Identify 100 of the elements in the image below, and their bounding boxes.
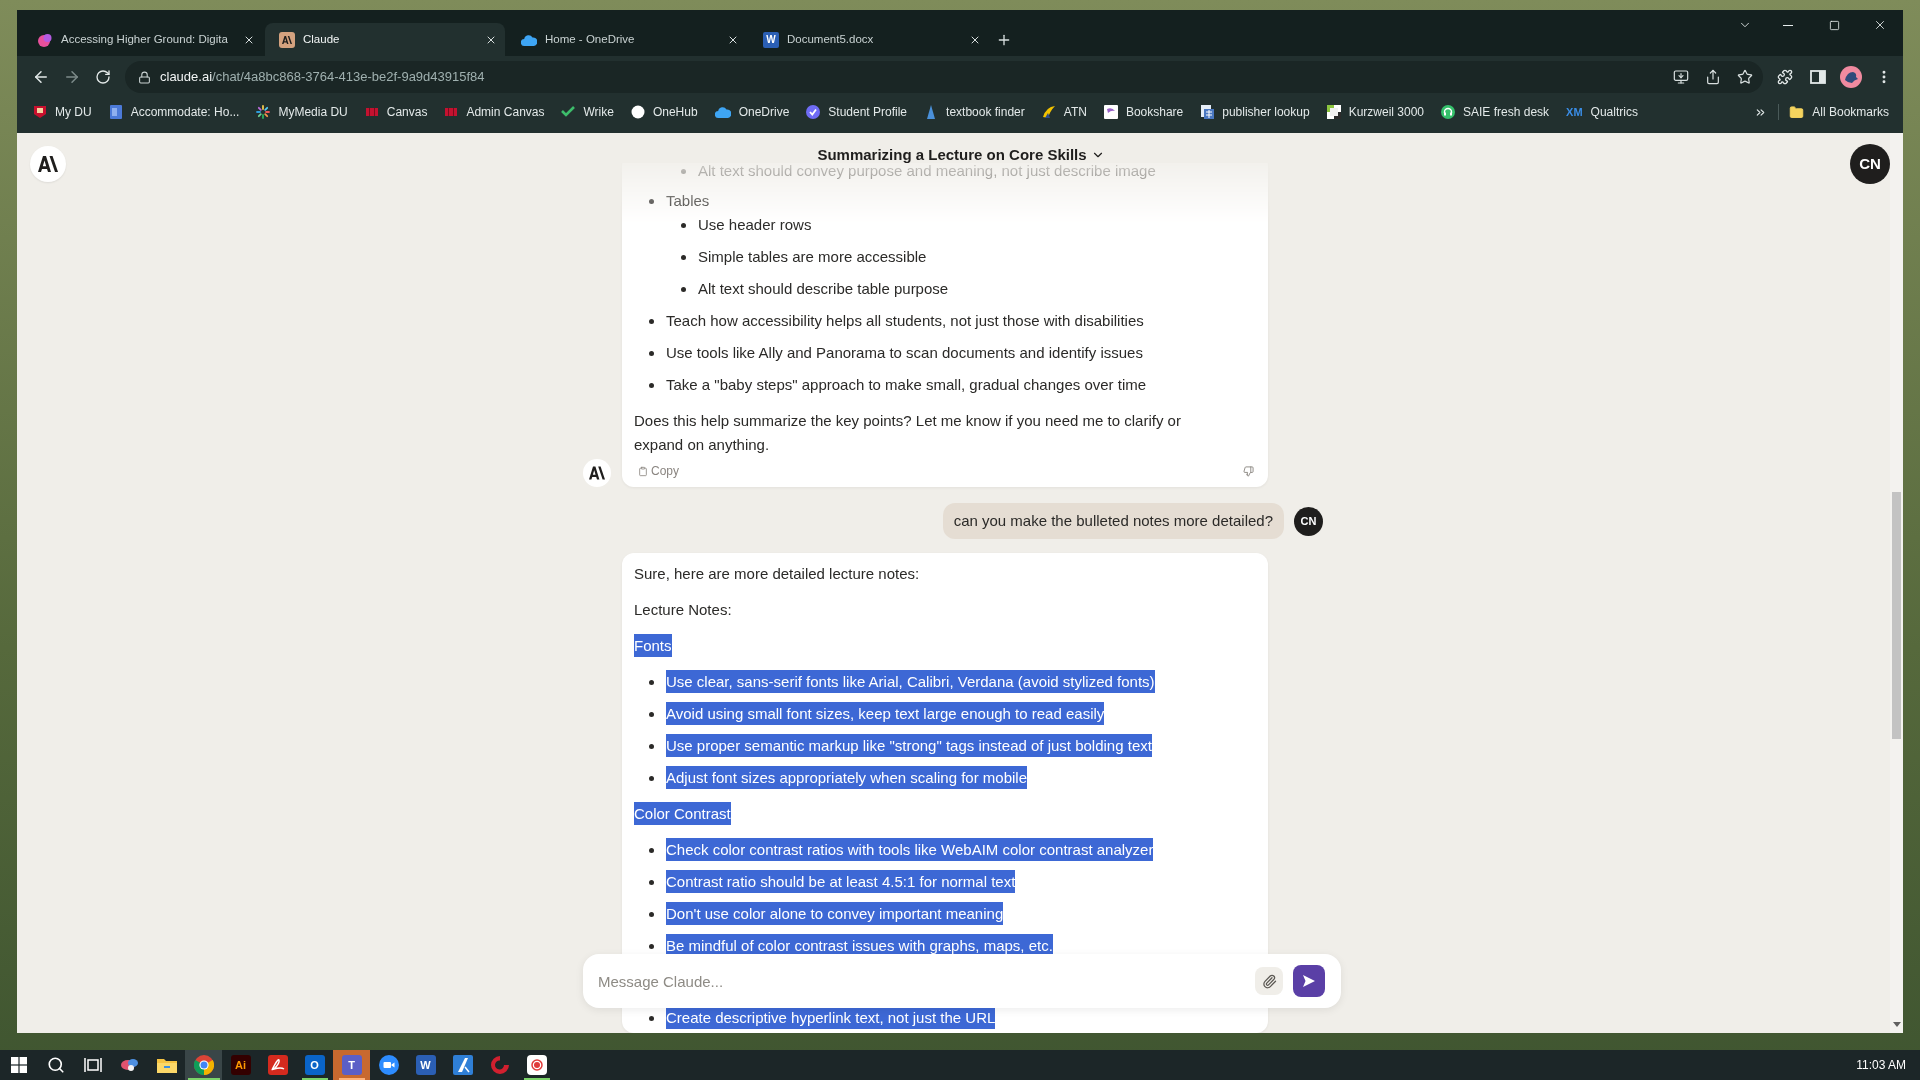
paperclip-icon — [1261, 973, 1277, 989]
copy-button[interactable]: Copy — [634, 462, 679, 480]
list-item-text: Take a "baby steps" approach to make small, gradual changes over time — [666, 376, 1147, 393]
chat-title-button[interactable]: Summarizing a Lecture on Core Skills — [817, 146, 1105, 163]
bookmark-link[interactable]: Wrike — [555, 100, 620, 124]
logo-icon — [279, 31, 295, 48]
scrollbar-thumb[interactable] — [1892, 492, 1901, 739]
splash-icon — [119, 1057, 140, 1073]
bullet-icon — [649, 679, 654, 685]
bullet-icon — [649, 198, 654, 204]
browser-tab[interactable]: Accessing Higher Ground: Digita — [23, 23, 263, 56]
browser-tab[interactable]: Home - OneDrive — [507, 23, 747, 56]
taskbar-button[interactable] — [185, 1050, 222, 1080]
list-item-text: Check color contrast ratios with tools like WebAIM color contrast analyzer — [666, 838, 1154, 861]
bookmark-link[interactable]: Student Profile — [800, 100, 914, 124]
bookmark-link[interactable]: Admin Canvas — [438, 100, 551, 124]
attach-button[interactable] — [1255, 967, 1283, 995]
search-icon — [46, 1056, 65, 1074]
bookmark-link[interactable]: OneHub — [624, 100, 704, 124]
taskbar-button[interactable]: T — [333, 1050, 370, 1080]
bookmark-link[interactable]: My DU — [27, 100, 98, 124]
list-item-text: Tables — [666, 192, 710, 209]
badge-icon — [806, 105, 821, 119]
bullet-icon — [681, 286, 686, 292]
check-icon — [561, 105, 576, 119]
bookmark-link[interactable]: MyMedia DU — [250, 100, 354, 124]
message-text: Color Contrast — [634, 802, 731, 825]
list-item-text: Contrast ratio should be at least 4.5:1 for normal text — [666, 870, 1016, 893]
share-icon — [1705, 69, 1721, 85]
cloud-icon — [521, 33, 537, 46]
lock-icon — [138, 70, 151, 84]
bullet-icon — [649, 743, 654, 749]
bullet-icon — [681, 222, 686, 228]
list-item-text: Alt text should convey purpose and meaning, not just describe image — [698, 163, 1156, 179]
browser-tab[interactable]: W Document5.docx — [749, 23, 989, 56]
spreadsheet-icon — [1200, 105, 1215, 119]
send-button[interactable] — [1293, 965, 1325, 997]
logo-icon — [38, 156, 58, 172]
list-item-text: Simple tables are more accessible — [698, 248, 927, 265]
home-button[interactable] — [30, 146, 66, 182]
list-item-text: Use proper semantic markup like "strong" tags instead of just bolding text — [666, 734, 1152, 757]
user-avatar: CN — [1294, 506, 1323, 536]
bullet-icon — [681, 254, 686, 260]
bookmark-link[interactable]: publisher lookup — [1194, 100, 1316, 124]
bookmark-link[interactable]: Accommodate: Ho... — [102, 100, 246, 124]
scroll-down-arrow-icon — [1892, 1022, 1901, 1027]
bookmark-link[interactable]: ATN — [1035, 100, 1093, 124]
letter-logo: Ai — [230, 1055, 251, 1075]
profile-avatar-button[interactable]: CN — [1850, 144, 1890, 184]
list-item-text: Use tools like Ally and Panorama to scan documents and identify issues — [666, 344, 1143, 361]
clipboard-icon — [638, 465, 648, 477]
send-arrow-icon — [1302, 974, 1316, 988]
task-view-icon — [83, 1057, 102, 1073]
bullet-icon — [649, 847, 654, 853]
bookmark-link[interactable]: SAIE fresh desk — [1435, 100, 1556, 124]
reload-icon — [95, 69, 111, 85]
message-text: Lecture Notes: — [634, 601, 732, 618]
list-item-text: Teach how accessibility helps all students, not just those with disabilities — [666, 312, 1144, 329]
message-text: Fonts — [634, 634, 672, 657]
cloud-icon — [714, 106, 731, 118]
bullet-icon — [649, 711, 654, 717]
all-bookmarks-button[interactable]: All Bookmarks — [1785, 100, 1893, 124]
taskbar-button[interactable]: Ai — [222, 1050, 259, 1080]
bookmark-link[interactable]: textbook finder — [918, 100, 1031, 124]
shield-icon — [33, 105, 47, 119]
bookmark-link[interactable]: XM Qualtrics — [1560, 100, 1644, 124]
message-input[interactable]: Message Claude... — [598, 966, 1245, 996]
bullet-icon — [649, 1015, 654, 1021]
thumbs-down-button[interactable] — [1240, 463, 1256, 479]
bookmark-link[interactable]: OneDrive — [708, 100, 796, 124]
logo-icon — [583, 459, 611, 487]
profile-button[interactable] — [1837, 63, 1865, 91]
bullet-icon — [649, 775, 654, 781]
browser-tab[interactable]: Claude — [265, 23, 505, 56]
slash-tile-icon — [452, 1055, 473, 1075]
folder-icon — [1789, 104, 1805, 120]
message-text: Does this help summarize the key points? Let me know if you need me to clarify or expand on anything. — [634, 412, 1181, 453]
bookmark-link[interactable]: Kurzweil 3000 — [1320, 100, 1431, 124]
address-bar[interactable]: claude.ai/chat/4a8bc868-3764-413e-be2f-9a9d43915f84 — [125, 61, 1763, 93]
blob-icon — [37, 31, 53, 48]
close-icon — [1873, 18, 1887, 32]
taskbar-button[interactable]: O — [296, 1050, 333, 1080]
headset-icon — [1441, 105, 1456, 119]
bookmark-link[interactable]: Canvas — [358, 100, 434, 124]
bookmark-link[interactable]: Bookshare — [1097, 100, 1190, 124]
letter-logo: T — [341, 1055, 362, 1075]
avatar-icon — [1840, 66, 1862, 88]
list-item-text: Create descriptive hyperlink text, not just the URL — [666, 1006, 996, 1029]
list-item-text: Don't use color alone to convey important meaning — [666, 902, 1004, 925]
folder-icon — [156, 1057, 177, 1073]
puzzle-icon — [1777, 69, 1793, 85]
sparkle-icon — [256, 105, 271, 119]
video-camera-icon — [378, 1055, 399, 1075]
browser-icon — [193, 1055, 214, 1075]
list-item-text: Alt text should describe table purpose — [698, 280, 949, 297]
taskbar-button[interactable]: W — [407, 1050, 444, 1080]
grid-icon — [444, 105, 459, 119]
start-icon — [10, 1057, 27, 1073]
bullet-icon — [649, 879, 654, 885]
list-item-text: Use clear, sans-serif fonts like Arial, Calibri, Verdana (avoid stylized fonts) — [666, 670, 1155, 693]
